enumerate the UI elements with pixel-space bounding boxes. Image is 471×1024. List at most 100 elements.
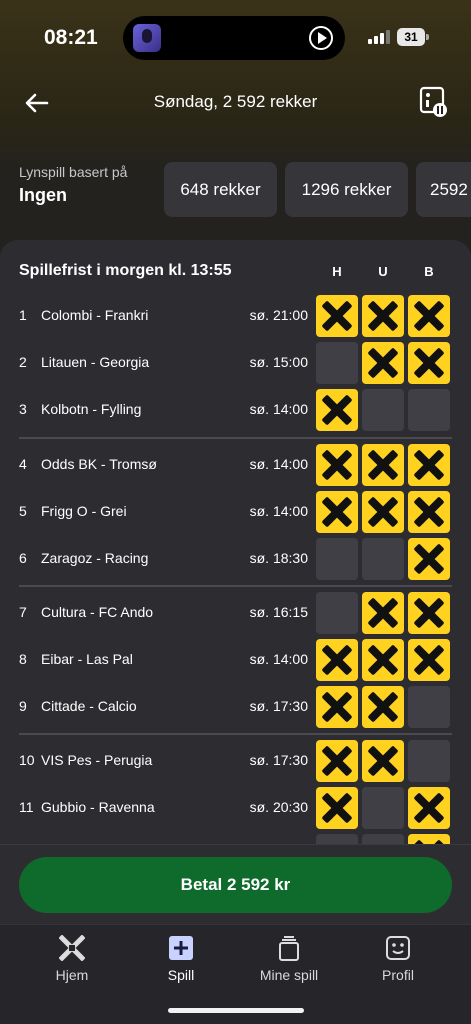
status-bar: 08:21 31 [0,0,471,76]
group-divider [19,733,452,735]
pick-cell-h[interactable] [316,639,358,681]
pick-cell-b[interactable] [408,444,450,486]
nav-item-mine-spill[interactable]: Mine spill [234,935,344,995]
dynamic-island[interactable] [123,16,345,60]
match-name[interactable]: Odds BK - Tromsø [41,456,157,472]
pick-cell-b[interactable] [408,740,450,782]
match-row: 4 Odds BK - Tromsø sø. 14:00 [0,443,471,489]
pick-cell-b[interactable] [408,491,450,533]
nav-item-spill[interactable]: Spill [126,935,236,995]
pick-cell-h[interactable] [316,686,358,728]
column-header-u: U [378,264,388,279]
match-number: 11 [19,799,34,815]
pick-cell-u[interactable] [362,538,404,580]
pick-cell-b[interactable] [408,834,450,844]
coupon-panel: Spillefrist i morgen kl. 13:55 H U B 1 Co… [0,240,471,844]
pick-cell-b[interactable] [408,389,450,431]
nav-label: Spill [167,967,195,983]
match-row: 8 Eibar - Las Pal sø. 14:00 [0,638,471,684]
pick-cell-u[interactable] [362,444,404,486]
column-header-b: B [424,264,434,279]
lynspill-option[interactable]: 1296 rekker [285,162,408,217]
match-name[interactable]: Cittade - Calcio [41,698,137,714]
match-row: 1 Colombi - Frankri sø. 21:00 [0,294,471,340]
nav-label: Hjem [55,967,89,983]
match-name[interactable]: Zaragoz - Racing [41,550,148,566]
match-number: 7 [19,604,27,620]
match-time: sø. 16:15 [249,604,308,620]
pick-cell-h[interactable] [316,389,358,431]
pick-cell-b[interactable] [408,342,450,384]
group-divider [19,585,452,587]
pick-cell-b[interactable] [408,592,450,634]
match-time: sø. 14:00 [249,456,308,472]
home-icon [59,935,85,961]
nav-label: Profil [382,967,414,983]
pick-cell-b[interactable] [408,538,450,580]
match-row: 7 Cultura - FC Ando sø. 16:15 [0,591,471,637]
pick-cell-h[interactable] [316,295,358,337]
match-time: sø. 14:00 [249,651,308,667]
match-number: 9 [19,698,27,714]
pick-cell-h[interactable] [316,491,358,533]
header: Søndag, 2 592 rekker [0,80,471,130]
pick-cell-u[interactable] [362,295,404,337]
match-number: 5 [19,503,27,519]
page-title: Søndag, 2 592 rekker [153,92,318,111]
nav-item-hjem[interactable]: Hjem [17,935,127,995]
pick-cell-u[interactable] [362,834,404,844]
match-row: 2 Litauen - Georgia sø. 15:00 [0,341,471,387]
pick-cell-h[interactable] [316,787,358,829]
pick-cell-h[interactable] [316,444,358,486]
stats-icon[interactable] [419,86,449,118]
pick-cell-u[interactable] [362,740,404,782]
lynspill-value: Ingen [19,185,67,205]
match-row [0,833,471,844]
pick-cell-u[interactable] [362,342,404,384]
pick-cell-b[interactable] [408,639,450,681]
match-row: 3 Kolbotn - Fylling sø. 14:00 [0,388,471,434]
pay-button[interactable]: Betal 2 592 kr [19,857,452,913]
pick-cell-u[interactable] [362,491,404,533]
nav-item-profil[interactable]: Profil [343,935,453,995]
match-name[interactable]: Litauen - Georgia [41,354,149,370]
match-name[interactable]: Colombi - Frankri [41,307,148,323]
match-time: sø. 17:30 [249,698,308,714]
match-number: 3 [19,401,27,417]
pick-cell-u[interactable] [362,686,404,728]
match-name[interactable]: Eibar - Las Pal [41,651,133,667]
home-indicator [168,1008,304,1013]
pay-bar: Betal 2 592 kr [0,844,471,924]
pick-cell-h[interactable] [316,592,358,634]
match-time: sø. 14:00 [249,503,308,519]
pick-cell-u[interactable] [362,592,404,634]
match-number: 6 [19,550,27,566]
lynspill-option[interactable]: 2592 [416,162,471,217]
status-time: 08:21 [44,26,98,49]
match-name[interactable]: Frigg O - Grei [41,503,127,519]
match-row: 9 Cittade - Calcio sø. 17:30 [0,685,471,731]
match-row: 5 Frigg O - Grei sø. 14:00 [0,490,471,536]
pick-cell-h[interactable] [316,342,358,384]
match-name[interactable]: Cultura - FC Ando [41,604,153,620]
column-header-h: H [332,264,342,279]
pick-cell-u[interactable] [362,389,404,431]
lynspill-option[interactable]: 648 rekker [164,162,277,217]
pick-cell-h[interactable] [316,834,358,844]
match-number: 8 [19,651,27,667]
pick-cell-u[interactable] [362,787,404,829]
pick-cell-h[interactable] [316,740,358,782]
match-name[interactable]: Gubbio - Ravenna [41,799,155,815]
pick-cell-b[interactable] [408,686,450,728]
profile-icon [386,936,410,960]
match-time: sø. 14:00 [249,401,308,417]
pick-cell-u[interactable] [362,639,404,681]
play-icon[interactable] [309,26,333,50]
match-name[interactable]: Kolbotn - Fylling [41,401,141,417]
match-name[interactable]: VIS Pes - Perugia [41,752,152,768]
pick-cell-b[interactable] [408,295,450,337]
match-number: 1 [19,307,27,323]
pick-cell-b[interactable] [408,787,450,829]
match-number: 4 [19,456,27,472]
pick-cell-h[interactable] [316,538,358,580]
